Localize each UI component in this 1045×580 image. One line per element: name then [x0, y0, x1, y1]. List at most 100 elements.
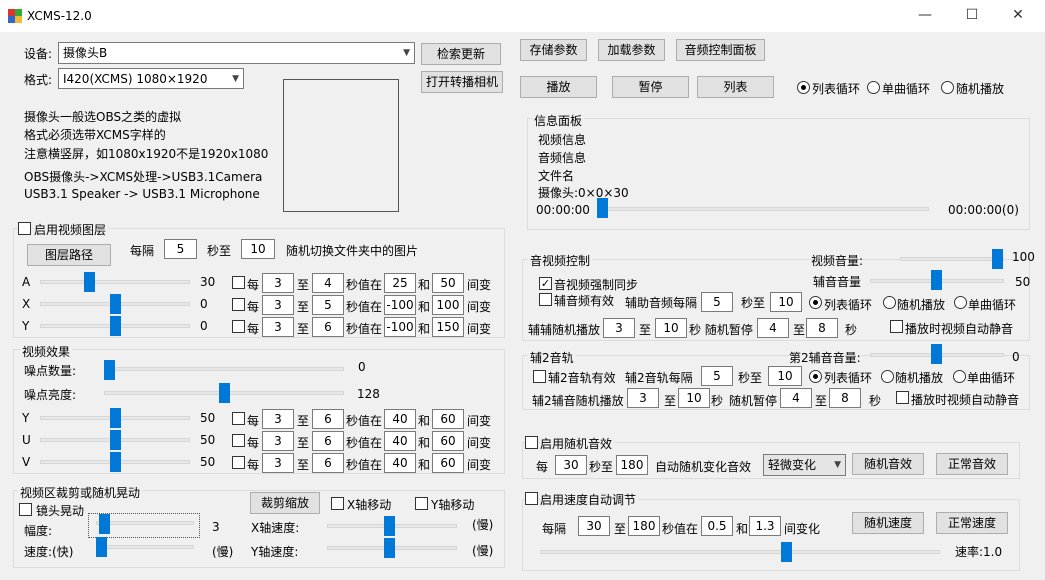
aux2-pause-input-1[interactable]: 4 [780, 388, 812, 408]
aux2-single-radio[interactable] [953, 370, 966, 383]
aux-volume-slider[interactable] [931, 270, 942, 290]
play-button[interactable]: 播放 [520, 76, 597, 98]
row-slider[interactable] [110, 408, 121, 428]
rand-fx-input-2[interactable]: 180 [616, 455, 648, 475]
refresh-button[interactable]: 检索更新 [421, 43, 501, 65]
aux2-random-radio[interactable] [881, 370, 894, 383]
row-input-1[interactable]: 3 [262, 317, 294, 337]
aux2-list-loop-radio[interactable] [809, 370, 822, 383]
progress-slider[interactable] [597, 198, 608, 218]
layer-enable-checkbox[interactable] [18, 222, 31, 235]
row-checkbox[interactable] [232, 298, 245, 311]
row-checkbox[interactable] [232, 434, 245, 447]
aux-pause-input-2[interactable]: 8 [806, 318, 838, 338]
speed-enable-checkbox[interactable] [525, 492, 538, 505]
row-input-1[interactable]: 3 [262, 431, 294, 451]
load-params-button[interactable]: 加载参数 [598, 39, 665, 61]
aux2-valid-checkbox[interactable] [533, 370, 546, 383]
row-slider[interactable] [110, 316, 121, 336]
aux-to-input[interactable]: 10 [770, 292, 802, 312]
aux-random-radio[interactable] [883, 296, 896, 309]
speed-slider[interactable] [781, 542, 792, 562]
aux-pause-input-1[interactable]: 4 [757, 318, 789, 338]
aux2-mute-checkbox[interactable] [896, 391, 909, 404]
random-speed-button[interactable]: 随机速度 [852, 512, 924, 534]
speed-input-2[interactable]: 180 [628, 516, 660, 536]
row-input-4[interactable]: 60 [432, 453, 464, 473]
device-select[interactable]: 摄像头B ▼ [58, 42, 415, 64]
loop-random-radio[interactable] [941, 81, 954, 94]
aux2-pause-input-2[interactable]: 8 [829, 388, 861, 408]
aux2-rand-input-2[interactable]: 10 [678, 388, 710, 408]
x-move-checkbox[interactable] [331, 497, 344, 510]
close-button[interactable]: ✕ [1003, 4, 1033, 26]
row-input-4[interactable]: 100 [432, 295, 464, 315]
normal-fx-button[interactable]: 正常音效 [936, 453, 1008, 475]
row-checkbox[interactable] [232, 456, 245, 469]
rand-fx-mode-select[interactable]: 轻微变化 ▼ [763, 454, 846, 476]
aux-valid-checkbox[interactable] [539, 293, 552, 306]
amp-slider[interactable] [99, 514, 110, 534]
aux-rand-input-2[interactable]: 10 [655, 318, 687, 338]
row-input-3[interactable]: 40 [384, 431, 416, 451]
normal-speed-button[interactable]: 正常速度 [936, 512, 1008, 534]
row-input-4[interactable]: 60 [432, 431, 464, 451]
row-input-1[interactable]: 3 [262, 409, 294, 429]
random-fx-button[interactable]: 随机音效 [852, 453, 924, 475]
aux2-volume-slider[interactable] [931, 344, 942, 364]
speed-slider[interactable] [96, 537, 107, 557]
minimize-button[interactable]: — [910, 4, 940, 26]
row-input-3[interactable]: 25 [384, 273, 416, 293]
x-speed-slider[interactable] [384, 516, 395, 536]
aux-every-input[interactable]: 5 [701, 292, 733, 312]
aux-mute-checkbox[interactable] [890, 320, 903, 333]
speed-input-3[interactable]: 0.5 [701, 516, 733, 536]
row-input-3[interactable]: -100 [384, 317, 416, 337]
row-checkbox[interactable] [232, 320, 245, 333]
rand-fx-input-1[interactable]: 30 [555, 455, 587, 475]
row-checkbox[interactable] [232, 276, 245, 289]
row-slider[interactable] [110, 452, 121, 472]
speed-input-4[interactable]: 1.3 [749, 516, 781, 536]
rand-fx-checkbox[interactable] [525, 436, 538, 449]
row-input-2[interactable]: 5 [312, 295, 344, 315]
row-slider[interactable] [84, 272, 95, 292]
row-input-2[interactable]: 6 [312, 409, 344, 429]
maximize-button[interactable]: ☐ [957, 4, 987, 26]
open-camera-button[interactable]: 打开转播相机 [421, 71, 503, 93]
pause-button[interactable]: 暂停 [612, 76, 689, 98]
row-slider[interactable] [110, 430, 121, 450]
row-input-3[interactable]: -100 [384, 295, 416, 315]
aux2-to-input[interactable]: 10 [768, 366, 802, 386]
layer-to-input[interactable]: 10 [241, 239, 275, 259]
row-slider[interactable] [110, 294, 121, 314]
shake-checkbox[interactable] [19, 503, 32, 516]
layer-path-button[interactable]: 图层路径 [27, 244, 111, 266]
row-input-1[interactable]: 3 [262, 453, 294, 473]
aux2-rand-input-1[interactable]: 3 [627, 388, 659, 408]
audio-panel-button[interactable]: 音频控制面板 [676, 39, 765, 61]
force-sync-checkbox[interactable]: ✓ [539, 277, 552, 290]
noise-bright-slider[interactable] [219, 383, 230, 403]
row-input-4[interactable]: 60 [432, 409, 464, 429]
layer-every-input[interactable]: 5 [164, 239, 197, 259]
video-volume-slider[interactable] [992, 249, 1003, 269]
row-input-2[interactable]: 6 [312, 453, 344, 473]
save-params-button[interactable]: 存储参数 [520, 39, 587, 61]
row-input-1[interactable]: 3 [262, 273, 294, 293]
speed-input-1[interactable]: 30 [578, 516, 610, 536]
row-input-2[interactable]: 6 [312, 431, 344, 451]
noise-count-slider[interactable] [104, 360, 115, 380]
y-speed-slider[interactable] [384, 538, 395, 558]
row-input-1[interactable]: 3 [262, 295, 294, 315]
format-select[interactable]: I420(XCMS) 1080×1920 ▼ [58, 68, 244, 89]
aux-list-loop-radio[interactable] [809, 296, 822, 309]
row-checkbox[interactable] [232, 412, 245, 425]
loop-single-radio[interactable] [867, 81, 880, 94]
aux-rand-input-1[interactable]: 3 [603, 318, 635, 338]
row-input-2[interactable]: 4 [312, 273, 344, 293]
list-button[interactable]: 列表 [697, 76, 774, 98]
aux2-every-input[interactable]: 5 [701, 366, 733, 386]
aux-single-radio[interactable] [954, 296, 967, 309]
row-input-2[interactable]: 6 [312, 317, 344, 337]
